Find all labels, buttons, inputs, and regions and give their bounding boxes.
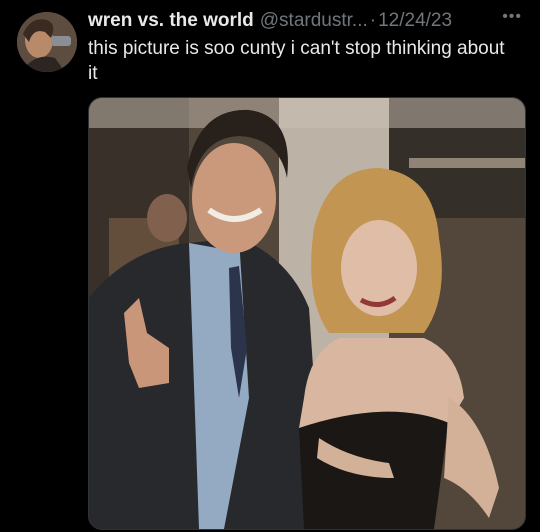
tweet-text: this picture is soo cunty i can't stop t… — [88, 38, 505, 84]
avatar[interactable] — [17, 12, 77, 72]
separator: · — [369, 10, 377, 31]
author-name[interactable]: wren vs. the world — [88, 10, 254, 32]
tweet[interactable]: wren vs. the world @stardustr... · 12/24… — [0, 0, 540, 532]
more-horizontal-icon[interactable]: ••• — [502, 8, 522, 26]
tweet-date[interactable]: 12/24/23 — [378, 10, 452, 32]
photo-image — [89, 98, 525, 529]
author-handle[interactable]: @stardustr... — [260, 10, 368, 32]
tweet-header: wren vs. the world @stardustr... · 12/24… — [88, 8, 528, 34]
avatar-image — [17, 12, 77, 72]
tweet-photo[interactable] — [88, 97, 526, 530]
